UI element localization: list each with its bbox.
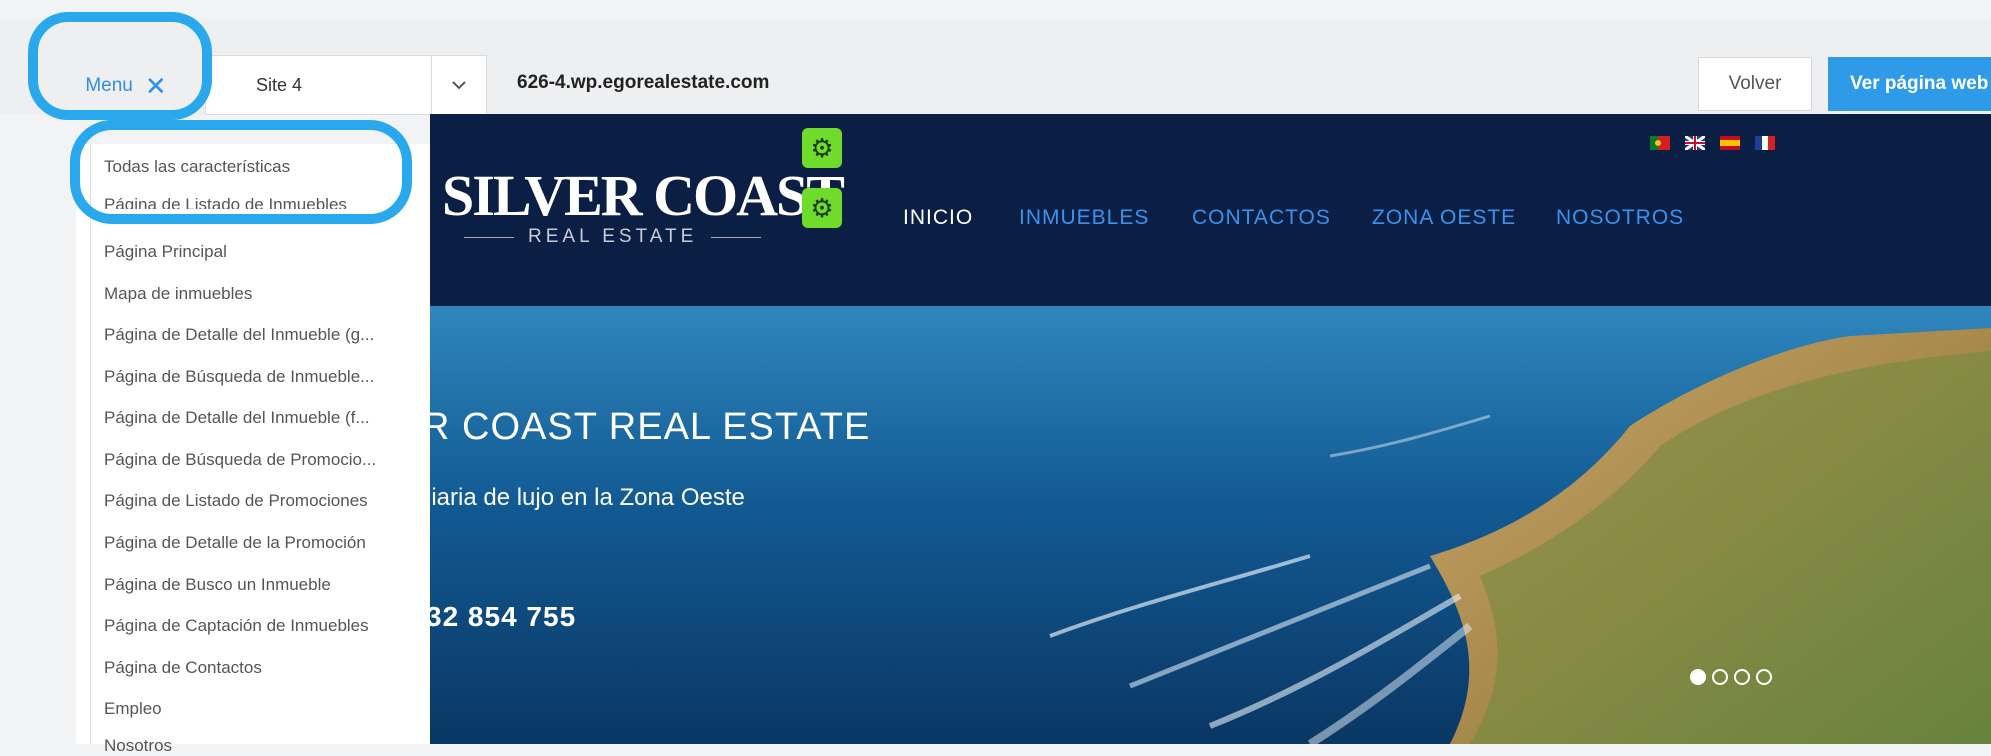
website-preview: SILVER COAST REAL ESTATE ⚙ ⚙ INICIO INMU… [430, 114, 1991, 744]
nav-nosotros[interactable]: NOSOTROS [1556, 206, 1684, 230]
gear-icon[interactable]: ⚙ [802, 188, 842, 228]
menu-item[interactable]: Empleo [104, 699, 404, 719]
site-logo-subtitle: REAL ESTATE [464, 226, 762, 248]
nav-inmuebles[interactable]: INMUEBLES [1019, 206, 1149, 230]
view-website-button[interactable]: Ver página web [1828, 57, 1991, 111]
chevron-down-icon [431, 56, 486, 114]
hero-phone[interactable]: 32 854 755 [430, 601, 576, 633]
slider-dot-active[interactable] [1690, 669, 1706, 685]
nav-zona-oeste[interactable]: ZONA OESTE [1372, 206, 1516, 230]
menu-item[interactable]: Página Principal [104, 242, 404, 262]
site-header: SILVER COAST REAL ESTATE ⚙ ⚙ INICIO INMU… [430, 114, 1991, 306]
menu-panel: Todas las características Página de List… [76, 144, 430, 755]
site-select[interactable]: Site 4 [205, 55, 487, 115]
site-select-value: Site 4 [256, 74, 303, 95]
menu-item[interactable]: Página de Captación de Inmuebles [104, 616, 404, 636]
menu-item[interactable]: Página de Búsqueda de Promocio... [104, 450, 404, 470]
menu-item[interactable]: Página de Búsqueda de Inmueble... [104, 367, 404, 387]
logo-rule-right [711, 236, 762, 238]
site-domain: 626-4.wp.egorealestate.com [517, 72, 770, 93]
top-toolbar: Menu ✕ Site 4 626-4.wp.egorealestate.com… [0, 20, 1991, 115]
slider-dot[interactable] [1756, 669, 1772, 685]
menu-item[interactable]: Página de Detalle de la Promoción [104, 533, 404, 553]
logo-rule-left [464, 236, 514, 238]
hero-title: R COAST REAL ESTATE [430, 406, 871, 448]
slider-dot[interactable] [1734, 669, 1750, 685]
flag-spain-icon[interactable] [1720, 136, 1740, 150]
site-logo-title[interactable]: SILVER COAST [442, 162, 845, 229]
flag-uk-icon[interactable] [1685, 136, 1705, 150]
menu-item[interactable]: Página de Listado de Promociones [104, 491, 404, 511]
back-button[interactable]: Volver [1698, 57, 1812, 111]
nav-inicio[interactable]: INICIO [903, 206, 973, 230]
hero-slider: R COAST REAL ESTATE liaria de lujo en la… [430, 306, 1991, 744]
flag-portugal-icon[interactable] [1650, 136, 1670, 150]
hero-subtitle: liaria de lujo en la Zona Oeste [430, 484, 745, 511]
menu-item[interactable]: Página de Busco un Inmueble [104, 575, 404, 595]
menu-tree-line [90, 144, 91, 744]
logo-subtitle-text: REAL ESTATE [528, 226, 698, 247]
highlight-first-menu-item [70, 120, 412, 224]
menu-item[interactable]: Página de Contactos [104, 658, 404, 678]
flag-france-icon[interactable] [1755, 136, 1775, 150]
highlight-menu-button [28, 12, 212, 120]
menu-item[interactable]: Nosotros [104, 736, 404, 756]
menu-item[interactable]: Página de Detalle del Inmueble (g... [104, 325, 404, 345]
nav-contactos[interactable]: CONTACTOS [1192, 206, 1331, 230]
menu-item[interactable]: Página de Detalle del Inmueble (f... [104, 408, 404, 428]
menu-item[interactable]: Mapa de inmuebles [104, 284, 404, 304]
gear-icon[interactable]: ⚙ [802, 128, 842, 168]
slider-dot[interactable] [1712, 669, 1728, 685]
